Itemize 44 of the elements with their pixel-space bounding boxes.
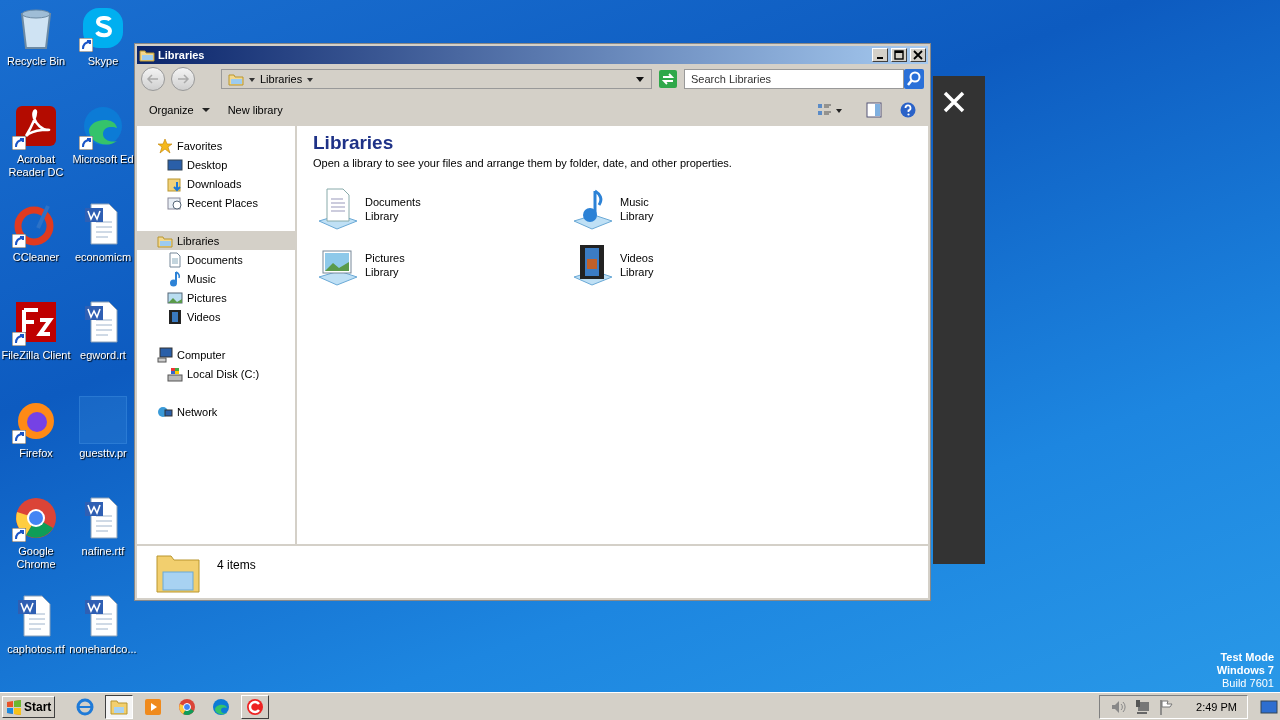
desktop-icon-label[interactable]: CCleaner: [1, 251, 71, 264]
nav-item[interactable]: Desktop: [137, 155, 295, 174]
desktop-icon-label[interactable]: Firefox: [1, 447, 71, 460]
organize-menu-button[interactable]: Organize: [149, 104, 210, 116]
item-count: 4 items: [217, 558, 256, 572]
os-build-text: Build 7601: [1222, 677, 1274, 690]
breadcrumb[interactable]: Libraries: [260, 73, 303, 85]
nav-item[interactable]: Recent Places: [137, 193, 295, 212]
clock: 2:49 PM: [1196, 700, 1237, 713]
os-build-text: Test Mode: [1220, 651, 1274, 664]
nav-item[interactable]: Favorites: [137, 136, 295, 155]
address-field[interactable]: Libraries: [221, 69, 652, 89]
nav-item[interactable]: Music: [137, 269, 295, 288]
library-item[interactable]: Documents Library: [313, 185, 568, 233]
desktop-icon-label[interactable]: nafine.rtf: [81, 545, 125, 558]
os-build-text: Windows 7: [1216, 664, 1274, 677]
desktop-icon-label[interactable]: Recycle Bin: [1, 55, 71, 68]
nav-item[interactable]: Pictures: [137, 288, 295, 307]
desktop-icon-label[interactable]: Acrobat Reader DC: [1, 153, 71, 179]
nav-item[interactable]: Videos: [137, 307, 295, 326]
desktop-icon-label[interactable]: Microsoft Ed: [72, 153, 134, 166]
window-title: Libraries: [158, 49, 206, 61]
desktop-icon-label[interactable]: Skype: [87, 55, 119, 68]
desktop-icon-label[interactable]: caphotos.rtf: [1, 643, 71, 656]
desktop-icon-label[interactable]: egword.rt: [80, 349, 126, 362]
desktop-icon-label[interactable]: FileZilla Client: [1, 349, 71, 362]
page-heading: Libraries: [313, 132, 395, 154]
toolbar-button[interactable]: New library: [227, 104, 283, 116]
desktop-icon-label[interactable]: nonehardco...: [69, 643, 137, 656]
nav-item[interactable]: Libraries: [137, 231, 295, 250]
start-button[interactable]: Start: [2, 695, 56, 718]
nav-item[interactable]: Downloads: [137, 174, 295, 193]
nav-item[interactable]: Network: [137, 402, 295, 421]
description-text: Open a library to see your files and arrange them by folder, date, and other properties.: [313, 157, 733, 169]
desktop-icon-label[interactable]: guesttv.pr: [79, 447, 127, 460]
nav-item[interactable]: Computer: [137, 345, 295, 364]
search-field[interactable]: Search Libraries: [684, 69, 904, 89]
library-item[interactable]: Music Library: [568, 185, 823, 233]
nav-item[interactable]: Documents: [137, 250, 295, 269]
desktop-icon-label[interactable]: Google Chrome: [1, 545, 71, 571]
library-item[interactable]: Videos Library: [568, 241, 823, 289]
library-item[interactable]: Pictures Library: [313, 241, 568, 289]
desktop-icon-label[interactable]: economicm: [74, 251, 132, 264]
nav-item[interactable]: Local Disk (C:): [137, 364, 295, 383]
